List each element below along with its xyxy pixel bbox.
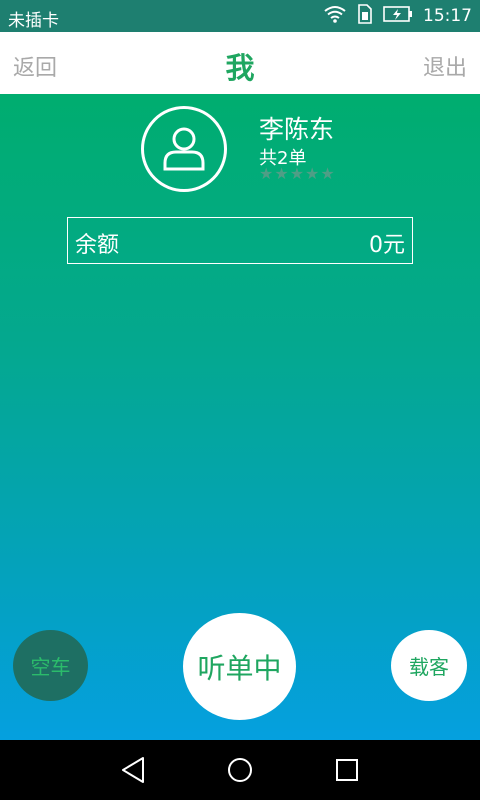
carry-passenger-button[interactable]: 载客 <box>391 630 467 701</box>
rating-stars: ★ ★ ★ ★ ★ <box>259 166 335 182</box>
empty-car-button[interactable]: 空车 <box>13 630 88 701</box>
main-panel: 李陈东 共2单 ★ ★ ★ ★ ★ 余额 0元 空车 听单中 载客 <box>0 94 480 740</box>
sim-icon <box>357 3 373 29</box>
battery-charging-icon <box>383 5 413 28</box>
page-title: 我 <box>225 51 255 85</box>
balance-value: 0元 <box>369 233 405 258</box>
back-icon[interactable] <box>119 755 147 789</box>
home-icon[interactable] <box>226 755 254 789</box>
listening-button[interactable]: 听单中 <box>183 613 296 720</box>
star-icon: ★ <box>259 164 274 183</box>
logout-button[interactable]: 退出 <box>423 50 467 82</box>
user-name: 李陈东 <box>259 115 335 144</box>
wifi-icon <box>323 4 347 29</box>
avatar[interactable] <box>141 106 227 192</box>
navigation-bar <box>0 740 480 800</box>
status-icons: 15:17 <box>323 0 472 32</box>
balance-box[interactable]: 余额 0元 <box>67 217 413 264</box>
star-icon: ★ <box>320 164 335 183</box>
recents-icon[interactable] <box>333 755 361 789</box>
user-icon <box>163 127 205 171</box>
star-icon: ★ <box>274 164 289 183</box>
carrier-label: 未插卡 <box>8 11 59 31</box>
star-icon: ★ <box>305 164 320 183</box>
status-bar: 未插卡 15:17 <box>0 0 480 32</box>
clock: 15:17 <box>423 6 472 26</box>
balance-label: 余额 <box>75 233 120 258</box>
star-icon: ★ <box>289 164 305 183</box>
title-bar: 返回 我 退出 <box>0 32 480 94</box>
